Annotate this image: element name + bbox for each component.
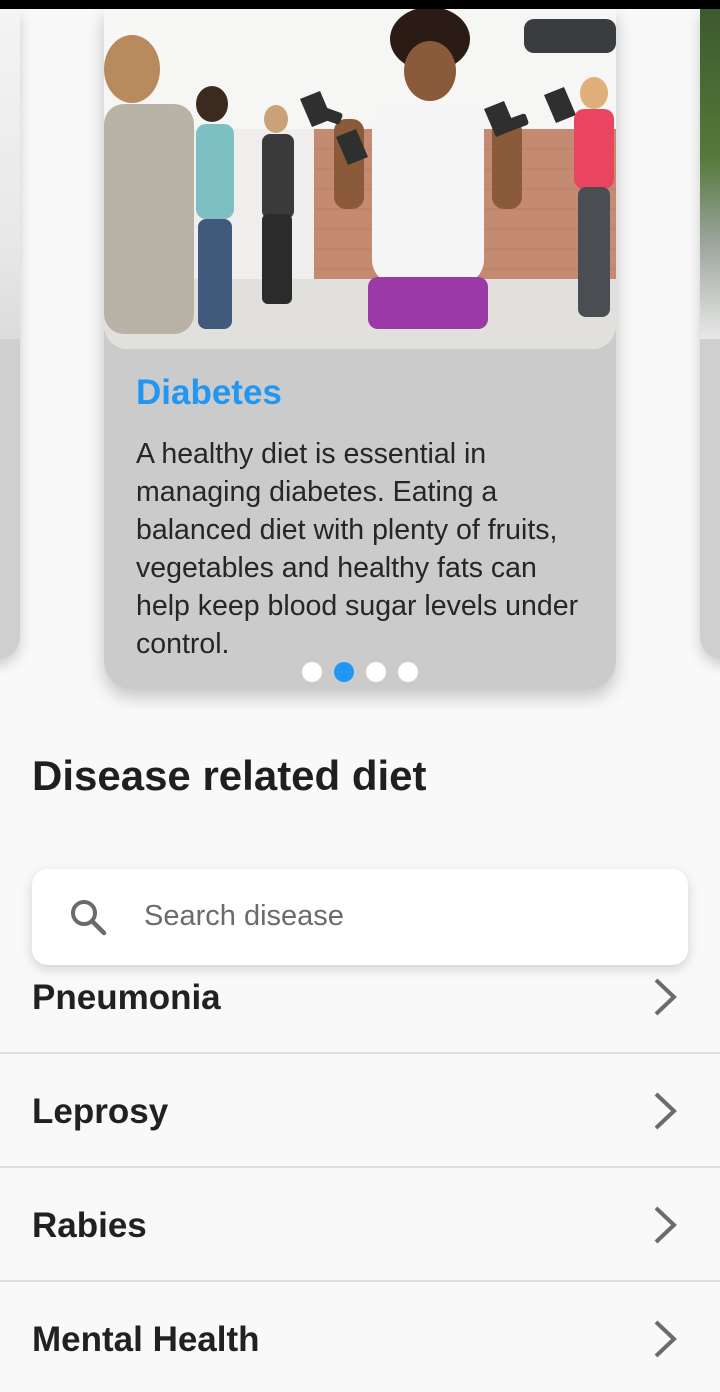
list-item-mental-health[interactable]: Mental Health [0, 1282, 720, 1392]
chevron-right-icon [654, 978, 677, 1016]
chevron-right-icon [654, 1206, 677, 1244]
disease-list[interactable]: Pneumonia Leprosy Rabies Mental Health [0, 965, 720, 1392]
search-disease-field[interactable]: Search disease [32, 869, 688, 965]
carousel-indicator [0, 662, 720, 682]
chevron-right-icon [654, 1092, 677, 1130]
previous-card-peek[interactable] [0, 9, 20, 659]
carousel-dot[interactable] [302, 662, 322, 682]
carousel-dot[interactable] [366, 662, 386, 682]
search-icon [71, 900, 107, 936]
list-item-label: Mental Health [32, 1320, 260, 1359]
list-item-rabies[interactable]: Rabies [0, 1168, 720, 1282]
featured-card[interactable]: Diabetes A healthy diet is essential in … [104, 9, 616, 689]
previous-card-image [0, 9, 20, 339]
list-item-label: Rabies [32, 1206, 147, 1245]
card-title: Diabetes [136, 373, 282, 412]
chevron-right-icon [654, 1320, 677, 1358]
card-image-fitness-class [104, 9, 616, 349]
card-description: A healthy diet is essential in managing … [136, 438, 579, 660]
list-item-leprosy[interactable]: Leprosy [0, 1054, 720, 1168]
list-item-label: Leprosy [32, 1092, 169, 1131]
list-item-pneumonia[interactable]: Pneumonia [0, 965, 720, 1054]
next-card-peek[interactable] [700, 9, 720, 659]
next-card-image [700, 9, 720, 339]
carousel-dot[interactable] [398, 662, 418, 682]
search-placeholder: Search disease [144, 900, 344, 932]
list-item-label: Pneumonia [32, 978, 221, 1017]
status-bar [0, 0, 720, 9]
section-heading: Disease related diet [32, 752, 427, 799]
featured-carousel[interactable]: Diabetes A healthy diet is essential in … [0, 9, 720, 709]
carousel-dot-active[interactable] [334, 662, 354, 682]
